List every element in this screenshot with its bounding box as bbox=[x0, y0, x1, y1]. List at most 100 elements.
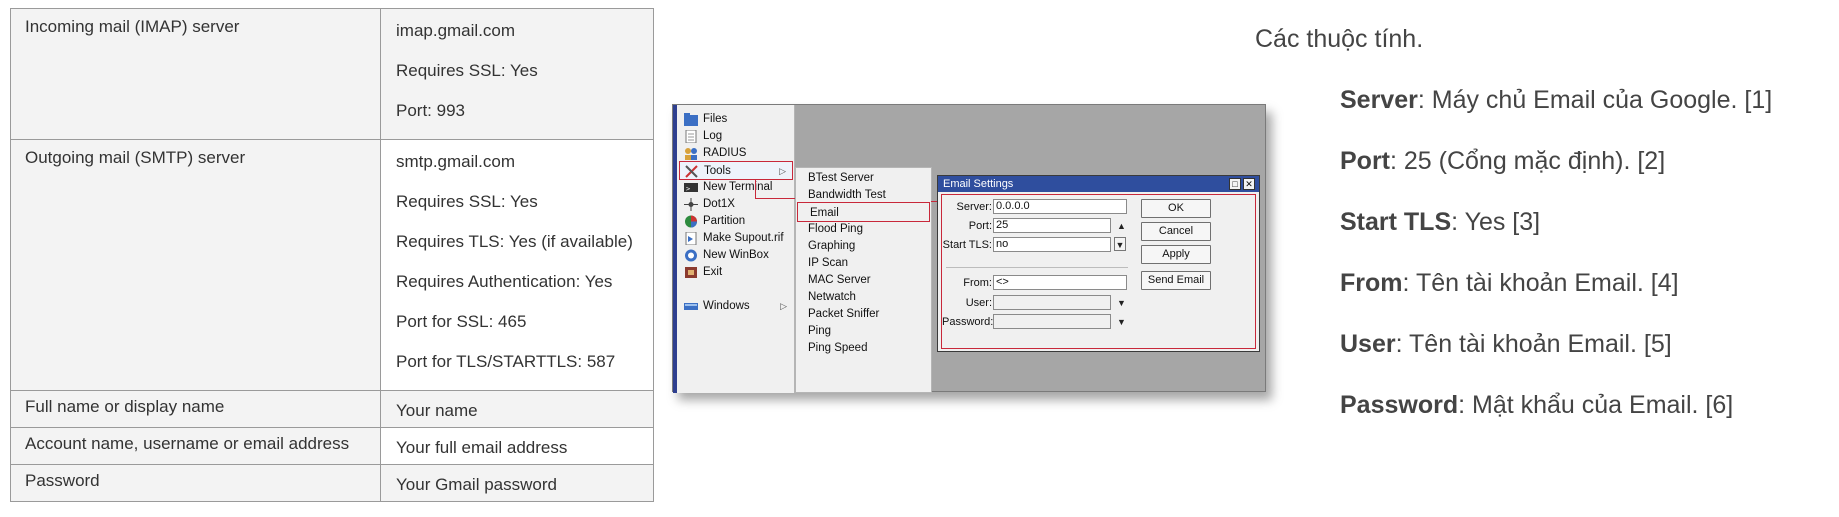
table-value-line: Requires Authentication: Yes bbox=[396, 272, 613, 291]
menu-item-label: Make Supout.rif bbox=[703, 232, 784, 244]
property-item: Port: 25 (Cổng mặc định). [2] bbox=[1340, 147, 1665, 176]
table-cell-label: Account name, username or email address bbox=[10, 427, 381, 465]
property-name: User bbox=[1340, 330, 1396, 358]
table-value-line: Requires SSL: Yes bbox=[396, 192, 538, 211]
table-value-line: Port: 993 bbox=[396, 101, 465, 120]
close-icon[interactable]: ✕ bbox=[1243, 178, 1255, 190]
property-name: Port bbox=[1340, 147, 1390, 175]
table-cell-label: Outgoing mail (SMTP) server bbox=[10, 139, 381, 391]
menu-item-label: New Terminal bbox=[703, 181, 773, 193]
exit-icon bbox=[684, 266, 698, 279]
table-value-line: Requires SSL: Yes bbox=[396, 61, 538, 80]
starttls-select[interactable]: no bbox=[993, 237, 1111, 252]
email-settings-dialog: Email Settings □ ✕ Server: 0.0.0.0 Port:… bbox=[937, 175, 1260, 352]
gmail-settings-table: Incoming mail (IMAP) server imap.gmail.c… bbox=[10, 8, 654, 502]
server-label: Server: bbox=[956, 201, 992, 213]
ok-button[interactable]: OK bbox=[1141, 199, 1211, 218]
table-value-line: Port for SSL: 465 bbox=[396, 312, 527, 331]
menu-item-exit[interactable]: Exit bbox=[679, 263, 793, 282]
user-label: User: bbox=[965, 297, 992, 309]
tools-submenu: BTest Server Bandwidth Test Email Flood … bbox=[795, 167, 932, 393]
table-row: Full name or display name Your name bbox=[10, 390, 654, 428]
dot1x-icon bbox=[684, 198, 698, 211]
menu-item-label: Dot1X bbox=[703, 198, 735, 210]
table-value-line: Requires TLS: Yes (if available) bbox=[396, 232, 633, 251]
dropdown-arrow-icon[interactable]: ▼ bbox=[1117, 296, 1126, 310]
property-item: User: Tên tài khoản Email. [5] bbox=[1340, 330, 1672, 359]
table-cell-value: smtp.gmail.com Requires SSL: Yes Require… bbox=[380, 139, 654, 391]
property-item: From: Tên tài khoản Email. [4] bbox=[1340, 269, 1679, 298]
port-label: Port: bbox=[968, 220, 992, 232]
properties-title: Các thuộc tính. bbox=[1255, 25, 1424, 53]
password-field[interactable] bbox=[993, 314, 1111, 329]
property-desc: : Máy chủ Email của Google. [1] bbox=[1417, 86, 1773, 114]
property-item: Password: Mật khẩu của Email. [6] bbox=[1340, 391, 1733, 420]
server-field[interactable]: 0.0.0.0 bbox=[993, 199, 1127, 214]
terminal-icon: >_ bbox=[684, 181, 698, 194]
table-row: Password Your Gmail password bbox=[10, 464, 654, 502]
menu-item-label: Windows bbox=[703, 300, 750, 312]
table-cell-value: Your Gmail password bbox=[380, 464, 654, 502]
divider bbox=[946, 267, 1128, 268]
table-value-line: Port for TLS/STARTTLS: 587 bbox=[396, 352, 616, 371]
dropdown-arrow-icon[interactable]: ▼ bbox=[1117, 315, 1126, 329]
menu-item-label: Log bbox=[703, 130, 723, 142]
svg-text:>_: >_ bbox=[686, 185, 695, 193]
menu-item-label: RADIUS bbox=[703, 147, 747, 159]
dropdown-arrow-icon[interactable]: ▼ bbox=[1114, 237, 1126, 251]
starttls-label: Start TLS: bbox=[942, 239, 992, 251]
spin-up-icon[interactable]: ▲ bbox=[1117, 219, 1126, 233]
table-row: Outgoing mail (SMTP) server smtp.gmail.c… bbox=[10, 139, 654, 391]
highlight-connector bbox=[755, 198, 799, 199]
tools-icon bbox=[685, 165, 699, 178]
property-name: From bbox=[1340, 269, 1403, 297]
property-desc: : Mật khẩu của Email. [6] bbox=[1458, 391, 1734, 419]
property-desc: : 25 (Cổng mặc định). [2] bbox=[1390, 147, 1666, 175]
dialog-body: Server: 0.0.0.0 Port: 25 ▲ Start TLS: no… bbox=[941, 194, 1256, 349]
from-label: From: bbox=[963, 277, 992, 289]
table-cell-label: Password bbox=[10, 464, 381, 502]
table-cell-value: Your full email address bbox=[380, 427, 654, 465]
table-cell-label: Full name or display name bbox=[10, 390, 381, 428]
windows-icon bbox=[684, 300, 698, 313]
property-name: Server bbox=[1340, 86, 1418, 114]
menu-item-label: Partition bbox=[703, 215, 746, 227]
dialog-title: Email Settings bbox=[938, 176, 1259, 192]
table-value-line: Your name bbox=[396, 401, 478, 420]
folder-icon bbox=[684, 113, 698, 126]
from-field[interactable]: <> bbox=[993, 275, 1127, 290]
partition-icon bbox=[684, 215, 698, 228]
user-field[interactable] bbox=[993, 295, 1111, 310]
property-desc: : Tên tài khoản Email. [5] bbox=[1395, 330, 1672, 358]
winbox-main-menu: Files Log RADIUS Tools ▷ >_ New Terminal… bbox=[677, 105, 795, 393]
send-email-button[interactable]: Send Email bbox=[1141, 271, 1211, 290]
table-value-line: imap.gmail.com bbox=[396, 21, 516, 40]
submenu-item-ping-speed[interactable]: Ping Speed bbox=[796, 338, 931, 358]
winbox-icon bbox=[684, 249, 698, 262]
highlight-connector bbox=[755, 180, 756, 198]
winbox-screenshot: Files Log RADIUS Tools ▷ >_ New Terminal… bbox=[672, 104, 1266, 393]
cancel-button[interactable]: Cancel bbox=[1141, 222, 1211, 241]
table-value-line: Your Gmail password bbox=[396, 475, 557, 494]
port-field[interactable]: 25 bbox=[993, 218, 1111, 233]
table-cell-value: imap.gmail.com Requires SSL: Yes Port: 9… bbox=[380, 8, 654, 140]
log-icon bbox=[684, 129, 698, 144]
apply-button[interactable]: Apply bbox=[1141, 245, 1211, 264]
property-item: Start TLS: Yes [3] bbox=[1340, 208, 1540, 237]
property-desc: : Yes [3] bbox=[1451, 208, 1541, 236]
table-value-line: smtp.gmail.com bbox=[396, 152, 516, 171]
password-label: Password: bbox=[942, 316, 994, 328]
menu-item-label: Tools bbox=[704, 165, 731, 177]
menu-item-label: Files bbox=[703, 113, 728, 125]
table-row: Incoming mail (IMAP) server imap.gmail.c… bbox=[10, 8, 654, 140]
maximize-icon[interactable]: □ bbox=[1229, 178, 1241, 190]
property-name: Start TLS bbox=[1340, 208, 1452, 236]
property-desc: : Tên tài khoản Email. [4] bbox=[1402, 269, 1679, 297]
supout-icon bbox=[684, 231, 698, 246]
property-name: Password bbox=[1340, 391, 1459, 419]
menu-item-label: Exit bbox=[703, 266, 723, 278]
table-cell-value: Your name bbox=[380, 390, 654, 428]
table-value-line: Your full email address bbox=[396, 438, 568, 457]
users-icon bbox=[684, 147, 698, 160]
menu-item-windows[interactable]: Windows ▷ bbox=[679, 297, 793, 316]
